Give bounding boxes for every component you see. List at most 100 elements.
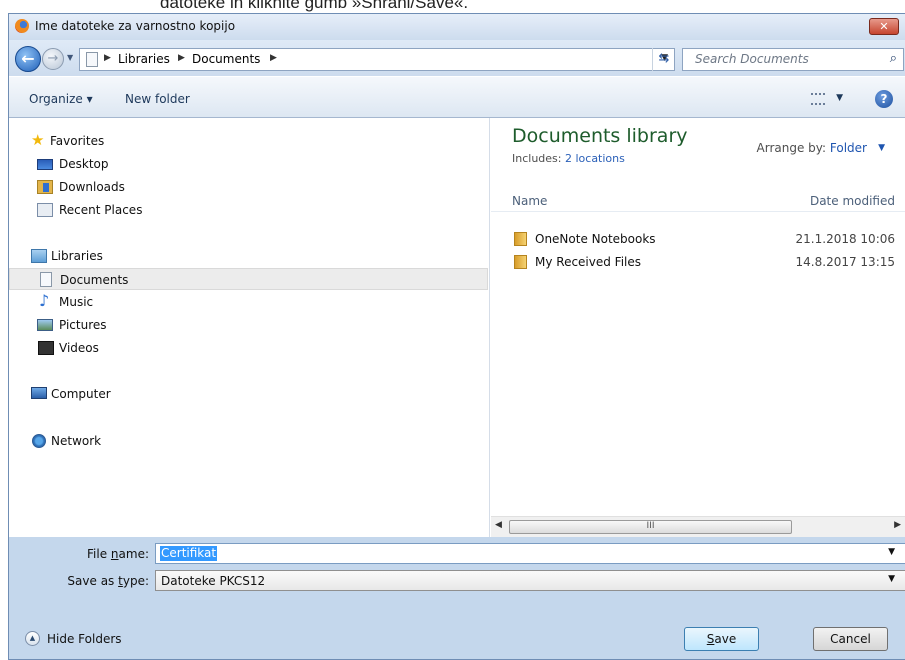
address-bar[interactable]: ▶ Libraries ▶ Documents ▶ ▼ bbox=[79, 48, 675, 71]
close-button[interactable]: ✕ bbox=[869, 18, 899, 35]
chevron-down-icon[interactable]: ▼ bbox=[878, 143, 885, 153]
refresh-button[interactable]: ⇆ bbox=[652, 48, 675, 71]
title-bar: Ime datoteke za varnostno kopijo ✕ bbox=[9, 14, 905, 40]
breadcrumb-separator-icon[interactable]: ▶ bbox=[178, 53, 185, 63]
horizontal-scrollbar[interactable]: ◀ III ▶ bbox=[491, 516, 905, 537]
sidebar-item-label: Recent Places bbox=[59, 203, 143, 217]
firefox-icon bbox=[15, 19, 29, 33]
star-icon: ★ bbox=[31, 131, 45, 149]
chevron-down-icon[interactable]: ▼ bbox=[888, 547, 895, 557]
search-placeholder: Search Documents bbox=[695, 52, 809, 66]
cancel-button[interactable]: Cancel bbox=[813, 627, 888, 651]
navigation-pane: ★ Favorites Desktop Downloads Recent Pla… bbox=[9, 118, 490, 537]
refresh-icon: ⇆ bbox=[658, 51, 670, 66]
body-area: ★ Favorites Desktop Downloads Recent Pla… bbox=[9, 118, 905, 537]
sidebar-item-label: Documents bbox=[60, 273, 129, 287]
sidebar-item-downloads[interactable]: Downloads bbox=[9, 176, 488, 198]
change-view-icon[interactable] bbox=[811, 93, 825, 105]
computer-icon bbox=[31, 387, 47, 399]
sidebar-item-label: Favorites bbox=[50, 134, 105, 148]
pictures-icon bbox=[37, 319, 53, 331]
file-date: 14.8.2017 13:15 bbox=[795, 255, 895, 269]
scroll-thumb[interactable]: III bbox=[509, 520, 792, 534]
save-button[interactable]: Save bbox=[684, 627, 759, 651]
search-input[interactable]: Search Documents ⌕ bbox=[682, 48, 904, 71]
column-name-header[interactable]: Name bbox=[512, 194, 547, 208]
document-icon bbox=[86, 52, 98, 67]
sidebar-item-music[interactable]: ♪ Music bbox=[9, 291, 488, 313]
arrange-by-dropdown[interactable]: Folder bbox=[830, 141, 867, 155]
forward-button[interactable]: → bbox=[42, 48, 64, 70]
sidebar-item-pictures[interactable]: Pictures bbox=[9, 314, 488, 336]
sidebar-item-desktop[interactable]: Desktop bbox=[9, 153, 488, 175]
save-type-value: Datoteke PKCS12 bbox=[161, 574, 266, 588]
library-includes: Includes: 2 locations bbox=[512, 152, 625, 165]
search-icon[interactable]: ⌕ bbox=[890, 51, 897, 66]
recent-places-icon bbox=[37, 203, 53, 217]
chevron-down-icon[interactable]: ▼ bbox=[888, 574, 895, 584]
scroll-right-icon[interactable]: ▶ bbox=[894, 520, 901, 530]
document-caption: datoteke in kliknite gumb »Shrani/Save«. bbox=[160, 0, 469, 12]
file-name: OneNote Notebooks bbox=[535, 232, 656, 246]
file-name: My Received Files bbox=[535, 255, 642, 269]
list-item[interactable]: My Received Files 14.8.2017 13:15 bbox=[491, 251, 905, 273]
network-icon bbox=[32, 434, 46, 448]
column-header: Name Date modified bbox=[491, 188, 905, 212]
sidebar-item-network[interactable]: Network bbox=[9, 430, 488, 452]
label-part: File bbox=[87, 547, 111, 561]
recent-pages-dropdown[interactable]: ▼ bbox=[67, 53, 73, 62]
library-title: Documents library bbox=[512, 125, 688, 147]
view-options-dropdown[interactable]: ▼ bbox=[836, 93, 843, 103]
back-button[interactable]: ← bbox=[15, 46, 41, 72]
scroll-left-icon[interactable]: ◀ bbox=[495, 520, 502, 530]
file-name-input[interactable]: Certifikat ▼ bbox=[155, 543, 905, 564]
music-icon: ♪ bbox=[39, 291, 50, 310]
desktop-icon bbox=[37, 159, 53, 170]
sidebar-item-label: Desktop bbox=[59, 157, 109, 171]
close-icon: ✕ bbox=[879, 20, 889, 33]
column-date-header[interactable]: Date modified bbox=[810, 194, 895, 208]
locations-link[interactable]: 2 locations bbox=[565, 152, 625, 165]
sidebar-item-computer[interactable]: Computer bbox=[9, 383, 488, 405]
sidebar-item-favorites[interactable]: ★ Favorites bbox=[9, 130, 488, 152]
sidebar-item-libraries[interactable]: Libraries bbox=[9, 245, 488, 267]
save-form: File name: Certifikat ▼ Save as type: Da… bbox=[9, 537, 905, 659]
folder-icon bbox=[514, 232, 527, 246]
sidebar-item-label: Network bbox=[51, 434, 102, 448]
file-date: 21.1.2018 10:06 bbox=[795, 232, 895, 246]
arrange-label: Arrange by: bbox=[756, 141, 827, 155]
arrow-right-icon: → bbox=[47, 51, 59, 66]
breadcrumb-separator-icon[interactable]: ▶ bbox=[104, 53, 111, 63]
new-folder-button[interactable]: New folder bbox=[125, 92, 190, 106]
hide-folders-label: Hide Folders bbox=[47, 632, 122, 646]
arrange-by: Arrange by: Folder bbox=[757, 141, 867, 155]
breadcrumb-libraries[interactable]: Libraries bbox=[118, 52, 170, 66]
save-type-label: Save as type: bbox=[9, 574, 149, 588]
libraries-icon bbox=[31, 249, 47, 263]
label-part: Save as bbox=[67, 574, 119, 588]
sidebar-item-label: Downloads bbox=[59, 180, 125, 194]
save-as-type-select[interactable]: Datoteke PKCS12 ▼ bbox=[155, 570, 905, 591]
sidebar-item-label: Videos bbox=[59, 341, 99, 355]
breadcrumb-separator-icon[interactable]: ▶ bbox=[270, 53, 277, 63]
save-label: ave bbox=[714, 632, 737, 646]
includes-label: Includes: bbox=[512, 152, 562, 165]
sidebar-item-recent-places[interactable]: Recent Places bbox=[9, 199, 488, 221]
organize-button[interactable]: Organize ▾ bbox=[29, 92, 93, 106]
document-icon bbox=[40, 272, 52, 287]
file-name-label: File name: bbox=[9, 547, 149, 561]
file-list-pane: Documents library Includes: 2 locations … bbox=[491, 118, 905, 516]
sidebar-item-label: Pictures bbox=[59, 318, 107, 332]
help-icon[interactable]: ? bbox=[875, 90, 893, 108]
sidebar-item-videos[interactable]: Videos bbox=[9, 337, 488, 359]
file-name-value: Certifikat bbox=[160, 546, 218, 561]
folder-icon bbox=[514, 255, 527, 269]
navigation-bar: ← → ▼ ▶ Libraries ▶ Documents ▶ ▼ ⇆ Sear… bbox=[9, 40, 905, 76]
sidebar-item-label: Computer bbox=[51, 387, 111, 401]
downloads-icon bbox=[37, 180, 53, 194]
sidebar-item-documents[interactable]: Documents bbox=[9, 268, 488, 290]
chevron-up-icon: ▲ bbox=[25, 631, 40, 646]
list-item[interactable]: OneNote Notebooks 21.1.2018 10:06 bbox=[491, 228, 905, 250]
breadcrumb-documents[interactable]: Documents bbox=[192, 52, 260, 66]
label-accelerator: n bbox=[110, 547, 119, 561]
